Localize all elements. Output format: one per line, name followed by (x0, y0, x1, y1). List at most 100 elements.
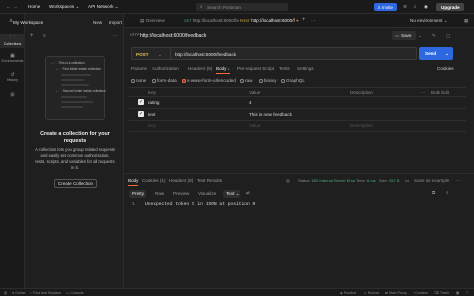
radio-none[interactable]: none (131, 78, 146, 83)
table-row-key[interactable]: rating (148, 100, 160, 105)
url-input[interactable]: http://localhost:6000/feedback (175, 52, 236, 57)
find-replace-label: Find and Replace (33, 291, 62, 295)
rail-item-collections[interactable]: 🗀 Collections (0, 34, 25, 48)
avatar[interactable]: ◉ (424, 4, 428, 10)
table-row-key[interactable]: text (148, 112, 155, 117)
runner-button[interactable]: ▷ Runner (364, 291, 380, 295)
save-dropdown-icon[interactable]: ⌄ (418, 33, 422, 39)
radio-dot (152, 79, 156, 83)
help-icon[interactable]: ? (466, 291, 468, 295)
radio-binary[interactable]: binary (259, 78, 277, 83)
view-pretty[interactable]: Pretty (129, 190, 146, 198)
rail-item-environments[interactable]: ▣ Environments (0, 53, 25, 65)
save-as-example-button[interactable]: Save as example (414, 178, 449, 183)
find-replace-button[interactable]: ⌕ Find and Replace (30, 291, 61, 295)
cookies-link[interactable]: Cookies (437, 66, 454, 71)
save-button[interactable]: ▭ Save (392, 31, 416, 40)
response-tab-test-results[interactable]: Test Results (197, 178, 222, 183)
upgrade-button[interactable]: Upgrade (436, 3, 464, 11)
description-placeholder-input[interactable]: Description (350, 123, 373, 128)
value-placeholder-input[interactable]: Value (249, 123, 260, 128)
format-select[interactable]: Text ⌄ (223, 190, 240, 198)
edit-icon[interactable]: ✎ (432, 33, 436, 39)
create-collection-button[interactable]: Create Collection (54, 179, 97, 188)
add-icon[interactable]: + (30, 33, 34, 39)
console-button[interactable]: ▭ Console (66, 291, 84, 295)
time-value[interactable]: 6 ms (367, 178, 376, 183)
view-visualize[interactable]: Visualize (198, 190, 216, 198)
radio-raw[interactable]: raw (240, 78, 252, 83)
time-label: Time: (356, 178, 366, 183)
view-preview[interactable]: Preview (173, 190, 189, 198)
postbot-button[interactable]: ◈ Postbot (340, 291, 356, 295)
response-tab-headers[interactable]: Headers (8) (169, 178, 193, 183)
cookies-button[interactable]: ◔ Cookies (412, 291, 428, 295)
radio-graphql[interactable]: GraphQL (281, 78, 305, 83)
response-tab-cookies[interactable]: Cookies (1) (142, 178, 166, 183)
request-title[interactable]: http://localhost:6000/feedback (140, 33, 206, 39)
runner-label: Runner (367, 291, 380, 295)
search-input[interactable]: ⌕ Search Postman (196, 3, 288, 11)
method-chevron-icon[interactable]: ⌄ (158, 52, 162, 58)
tab-settings[interactable]: Settings (297, 66, 314, 71)
new-button[interactable]: New (93, 20, 102, 25)
wrap-lines-icon[interactable]: ⇌ (246, 190, 250, 196)
tab-tests[interactable]: Tests (279, 66, 290, 71)
row-checkbox[interactable]: ✓ (138, 111, 144, 117)
trash-button[interactable]: ⌫ Trash (434, 291, 449, 295)
tab-params[interactable]: Params (131, 66, 147, 71)
tab-get-request[interactable]: GET http://localhost:6000/fe (184, 18, 239, 23)
send-button[interactable]: Send ⌄ (419, 47, 453, 60)
settings-icon[interactable]: ⚙ (403, 4, 407, 10)
pane-divider[interactable] (124, 173, 474, 174)
size-value[interactable]: 357 B (389, 178, 399, 183)
send-dropdown-icon[interactable]: ⌄ (445, 51, 449, 57)
table-row-value[interactable]: 4 (249, 100, 252, 105)
new-tab-icon[interactable]: + (302, 17, 306, 23)
tab-pre-request-script[interactable]: Pre-request Script (237, 66, 274, 71)
tab-headers[interactable]: Headers (9) (188, 66, 212, 71)
notifications-icon[interactable]: ♫ (413, 4, 416, 9)
more-icon[interactable]: ⋯ (113, 33, 118, 39)
tab-overview[interactable]: ▤ Overview (140, 18, 165, 24)
status-value[interactable]: 500 Internal Server Error (312, 178, 356, 183)
home-link[interactable]: Home (28, 4, 40, 9)
invite-button[interactable]: ♙ Invite (374, 3, 397, 11)
save-response-icon[interactable]: ▭ (405, 178, 409, 184)
workspaces-menu[interactable]: Workspaces ⌄ (49, 4, 79, 10)
key-placeholder-input[interactable]: Key (148, 123, 156, 128)
api-network-menu[interactable]: API Network ⌄ (88, 4, 119, 10)
rail-item-history[interactable]: ↺ History (0, 72, 25, 84)
tab-authorization[interactable]: Authorization (152, 66, 179, 71)
start-proxy-button[interactable]: ⇄ Start Proxy (385, 291, 407, 295)
tabs-more-icon[interactable]: ⋯ (311, 18, 316, 24)
row-checkbox[interactable]: ✓ (138, 99, 144, 105)
environment-select[interactable]: No environment ⌄ (410, 18, 448, 24)
environment-settings-icon[interactable]: ▦ (464, 18, 468, 24)
radio-form-data[interactable]: form-data (152, 78, 177, 83)
column-header-value: Value (249, 90, 261, 95)
import-button[interactable]: Import (109, 20, 122, 25)
method-select[interactable]: POST (136, 52, 149, 57)
tab-post-request[interactable]: POST http://localhost:6000/f ● (240, 18, 299, 23)
response-tab-body[interactable]: Body (128, 178, 139, 186)
layout-icon[interactable]: ▦ (456, 291, 459, 295)
online-status[interactable]: ● Online (12, 291, 26, 295)
table-row-value[interactable]: This is new feedback (249, 112, 292, 117)
globe-icon: ◎ (286, 178, 291, 183)
filter-icon[interactable]: ≡ (43, 33, 46, 38)
tab-body[interactable]: Body ● (216, 66, 230, 74)
rail-item-apps[interactable]: ⊞ (0, 92, 25, 100)
search-response-icon[interactable]: ⌕ (446, 190, 449, 195)
comment-icon[interactable]: ▢ (446, 33, 450, 39)
back-arrow-icon[interactable]: ← (6, 4, 11, 9)
bulk-edit-link[interactable]: Bulk Edit (431, 90, 449, 95)
view-raw[interactable]: Raw (155, 190, 164, 198)
copy-icon[interactable]: ⧉ (432, 190, 435, 195)
workspace-name[interactable]: My Workspace (13, 20, 43, 25)
sidebar-toggle-icon[interactable]: ▥ (4, 291, 7, 295)
response-body-text[interactable]: Unexpected token t in JSON at position 0 (145, 202, 255, 207)
radio-x-www-form-urlencoded[interactable]: x-www-form-urlencoded (182, 78, 236, 83)
forward-arrow-icon[interactable]: → (13, 4, 18, 9)
response-more-icon[interactable]: ⋯ (456, 178, 461, 184)
